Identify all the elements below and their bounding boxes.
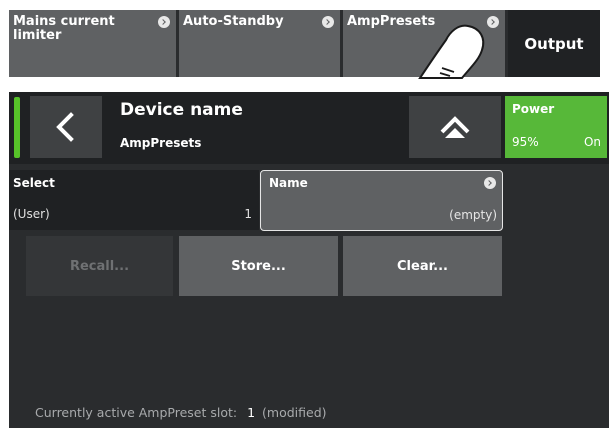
status-line: Currently active AmpPreset slot: 1 (modi…: [35, 405, 327, 420]
panel-header: Device name AmpPresets Power 95% On: [9, 92, 609, 164]
recall-button[interactable]: Recall...: [26, 236, 173, 296]
touch-hand-icon: [418, 24, 485, 79]
menu-item-label: Mains current limiter: [13, 14, 115, 43]
name-field[interactable]: Name (empty): [260, 170, 503, 231]
power-label: Power: [512, 102, 555, 116]
select-number: 1: [244, 207, 252, 221]
chevron-left-icon: [56, 112, 74, 142]
select-field[interactable]: Select (User) 1: [9, 170, 259, 230]
power-percent: 95%: [512, 135, 539, 149]
recall-label: Recall...: [69, 258, 130, 274]
status-indicator: [14, 97, 20, 158]
status-slot: 1: [247, 405, 256, 420]
store-button[interactable]: Store...: [179, 236, 338, 296]
power-button[interactable]: Power 95% On: [505, 96, 607, 158]
page-subtitle: AmpPresets: [120, 136, 202, 150]
menu-item-mains-current-limiter[interactable]: Mains current limiter: [9, 10, 176, 77]
home-icon: [440, 116, 470, 138]
page-title: Device name: [120, 100, 243, 120]
name-label: Name: [269, 176, 308, 190]
power-state: On: [583, 135, 601, 149]
name-value: (empty): [449, 208, 497, 222]
clear-label: Clear...: [397, 258, 448, 274]
menu-item-label: Auto-Standby: [183, 14, 284, 29]
clear-button[interactable]: Clear...: [343, 236, 502, 296]
menu-item-auto-standby[interactable]: Auto-Standby: [179, 10, 340, 77]
output-label: Output: [524, 34, 584, 53]
select-label: Select: [13, 176, 55, 190]
home-button[interactable]: [409, 96, 501, 158]
top-menu-bar: Mains current limiter Auto-Standby AmpPr…: [9, 10, 600, 77]
status-suffix: (modified): [262, 405, 327, 420]
output-button[interactable]: Output: [508, 10, 600, 77]
select-value: (User): [13, 207, 50, 221]
back-button[interactable]: [30, 96, 102, 158]
arrow-right-icon: [158, 16, 170, 28]
store-label: Store...: [231, 258, 286, 274]
device-panel: Device name AmpPresets Power 95% On Sele…: [9, 92, 609, 428]
status-prefix: Currently active AmpPreset slot:: [35, 405, 238, 420]
arrow-right-icon: [322, 16, 334, 28]
arrow-right-icon: [484, 177, 496, 189]
